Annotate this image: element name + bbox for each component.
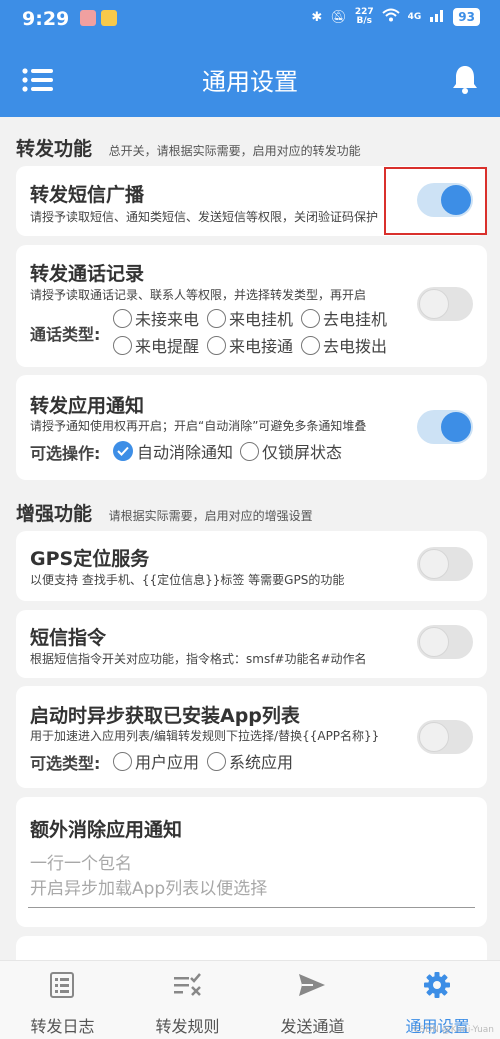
option-label: 来电接通 xyxy=(229,337,294,356)
gps-desc: 以便支持 查找手机、{{定位信息}}标签 等需要GPS的功能 xyxy=(30,573,345,587)
section-forward-header: 转发功能 总开关，请根据实际需要，启用对应的转发功能 xyxy=(16,134,361,161)
page-title: 通用设置 xyxy=(202,68,298,96)
gps-toggle[interactable] xyxy=(417,547,473,581)
toggle-knob xyxy=(419,549,449,579)
highlight-box xyxy=(384,167,487,235)
option-label: 用户应用 xyxy=(135,753,200,772)
section-enhance-header: 增强功能 请根据实际需要，启用对应的增强设置 xyxy=(16,499,313,526)
call-forward-title: 转发通话记录 xyxy=(30,263,145,285)
sms-forward-title: 转发短信广播 xyxy=(30,184,145,206)
input-underline xyxy=(28,907,475,908)
call-type-option[interactable]: 去电拨出 xyxy=(301,333,387,357)
rules-icon xyxy=(174,973,201,996)
user-apps-option[interactable]: 用户应用 xyxy=(113,749,199,773)
package-input-placeholder-line1[interactable]: 一行一个包名 xyxy=(30,849,132,874)
status-time: 9:29 xyxy=(22,8,70,30)
net-speed: 227 B/s xyxy=(355,8,374,26)
nav-label: 转发日志 xyxy=(30,1017,95,1036)
gear-icon xyxy=(424,972,450,998)
app-list-desc: 用于加速进入应用列表/编辑转发规则下拉选择/替换{{APP名称}} xyxy=(30,729,380,743)
extra-clear-title: 额外消除应用通知 xyxy=(30,819,183,841)
option-label: 仅锁屏状态 xyxy=(262,443,343,462)
checkmark-icon xyxy=(113,441,133,461)
weather-app-icon xyxy=(101,10,117,26)
send-icon xyxy=(299,974,325,996)
option-label: 来电挂机 xyxy=(229,310,294,329)
section-forward-title: 转发功能 xyxy=(16,138,93,160)
section-forward-subtitle: 总开关，请根据实际需要，启用对应的转发功能 xyxy=(108,144,361,158)
app-list-toggle[interactable] xyxy=(417,720,473,754)
app-list-title: 启动时异步获取已安装App列表 xyxy=(30,705,300,727)
toggle-knob xyxy=(441,412,471,442)
card-gps: GPS定位服务 以便支持 查找手机、{{定位信息}}标签 等需要GPS的功能 xyxy=(16,531,487,601)
app-notify-options-label: 可选操作: xyxy=(30,444,101,463)
option-label: 去电拨出 xyxy=(323,337,388,356)
auto-clear-checkbox[interactable]: 自动消除通知 xyxy=(113,439,233,463)
radio-icon xyxy=(207,308,226,328)
checkbox-unchecked-icon xyxy=(207,751,226,771)
bluetooth-icon: ✱ xyxy=(311,9,323,25)
call-type-option[interactable]: 未接来电 xyxy=(113,306,199,330)
section-enhance-title: 增强功能 xyxy=(16,503,93,525)
radio-icon xyxy=(301,335,320,355)
card-app-list: 启动时异步获取已安装App列表 用于加速进入应用列表/编辑转发规则下拉选择/替换… xyxy=(16,686,487,788)
card-extra-clear: 额外消除应用通知 一行一个包名 开启异步加载App列表以便选择 xyxy=(16,797,487,927)
option-label: 系统应用 xyxy=(229,753,294,772)
wifi-icon xyxy=(381,8,400,26)
notification-app-icon xyxy=(80,10,96,26)
watermark: CSDN @Kimi-Yuan xyxy=(413,1025,494,1035)
call-type-option[interactable]: 来电挂机 xyxy=(207,306,293,330)
nav-send-channels[interactable]: 发送通道 xyxy=(250,961,375,1039)
radio-icon xyxy=(207,335,226,355)
app-list-type-label: 可选类型: xyxy=(30,754,101,773)
card-sms-command: 短信指令 根据短信指令开关对应功能，指令格式：smsf#功能名#动作名 xyxy=(16,610,487,678)
status-bar: 9:29 ✱ 🔕︎ 227 B/s 4G 93 xyxy=(0,0,500,42)
app-notify-title: 转发应用通知 xyxy=(30,395,145,417)
checkbox-unchecked-icon xyxy=(240,441,259,461)
sms-forward-desc: 请授予读取短信、通知类短信、发送短信等权限，关闭验证码保护 xyxy=(30,210,379,224)
app-header: 9:29 ✱ 🔕︎ 227 B/s 4G 93 通用设置 xyxy=(0,0,500,117)
network-type: 4G xyxy=(407,12,422,22)
battery-level: 93 xyxy=(453,8,480,26)
nav-forward-logs[interactable]: 转发日志 xyxy=(0,961,125,1039)
app-notify-desc: 请授予通知使用权再开启；开启“自动消除”可避免多条通知堆叠 xyxy=(30,419,367,433)
toggle-knob xyxy=(419,627,449,657)
gps-title: GPS定位服务 xyxy=(30,548,150,570)
package-input-placeholder-line2[interactable]: 开启异步加载App列表以便选择 xyxy=(30,874,267,899)
call-type-option[interactable]: 来电提醒 xyxy=(113,333,199,357)
section-enhance-subtitle: 请根据实际需要，启用对应的增强设置 xyxy=(108,509,313,523)
option-label: 去电挂机 xyxy=(323,310,388,329)
app-notify-toggle[interactable] xyxy=(417,410,473,444)
signal-icon xyxy=(429,8,445,26)
call-forward-toggle[interactable] xyxy=(417,287,473,321)
mute-bell-icon: 🔕︎ xyxy=(330,9,347,25)
nav-label: 发送通道 xyxy=(280,1017,345,1036)
radio-icon xyxy=(113,308,132,328)
bell-icon[interactable] xyxy=(452,64,478,94)
card-call-forward: 转发通话记录 请授予读取通话记录、联系人等权限，并选择转发类型，再开启 通话类型… xyxy=(16,245,487,367)
option-label: 来电提醒 xyxy=(135,337,200,356)
status-indicators: ✱ 🔕︎ 227 B/s 4G 93 xyxy=(311,8,480,26)
system-apps-option[interactable]: 系统应用 xyxy=(207,749,293,773)
lockscreen-only-checkbox[interactable]: 仅锁屏状态 xyxy=(240,439,342,463)
nav-label: 转发规则 xyxy=(155,1017,220,1036)
card-app-notify-forward: 转发应用通知 请授予通知使用权再开启；开启“自动消除”可避免多条通知堆叠 可选操… xyxy=(16,375,487,480)
option-label: 未接来电 xyxy=(135,310,200,329)
call-type-option[interactable]: 去电挂机 xyxy=(301,306,387,330)
sms-command-title: 短信指令 xyxy=(30,627,107,649)
call-type-label: 通话类型: xyxy=(30,325,101,344)
sms-command-desc: 根据短信指令开关对应功能，指令格式：smsf#功能名#动作名 xyxy=(30,652,367,666)
toggle-knob xyxy=(419,289,449,319)
call-forward-desc: 请授予读取通话记录、联系人等权限，并选择转发类型，再开启 xyxy=(30,288,367,302)
radio-icon xyxy=(113,335,132,355)
net-speed-unit: B/s xyxy=(356,16,372,26)
call-type-option[interactable]: 来电接通 xyxy=(207,333,293,357)
toggle-knob xyxy=(419,722,449,752)
radio-icon xyxy=(301,308,320,328)
sms-command-toggle[interactable] xyxy=(417,625,473,659)
option-label: 自动消除通知 xyxy=(137,443,234,462)
checkbox-unchecked-icon xyxy=(113,751,132,771)
nav-forward-rules[interactable]: 转发规则 xyxy=(125,961,250,1039)
list-icon xyxy=(50,972,74,998)
